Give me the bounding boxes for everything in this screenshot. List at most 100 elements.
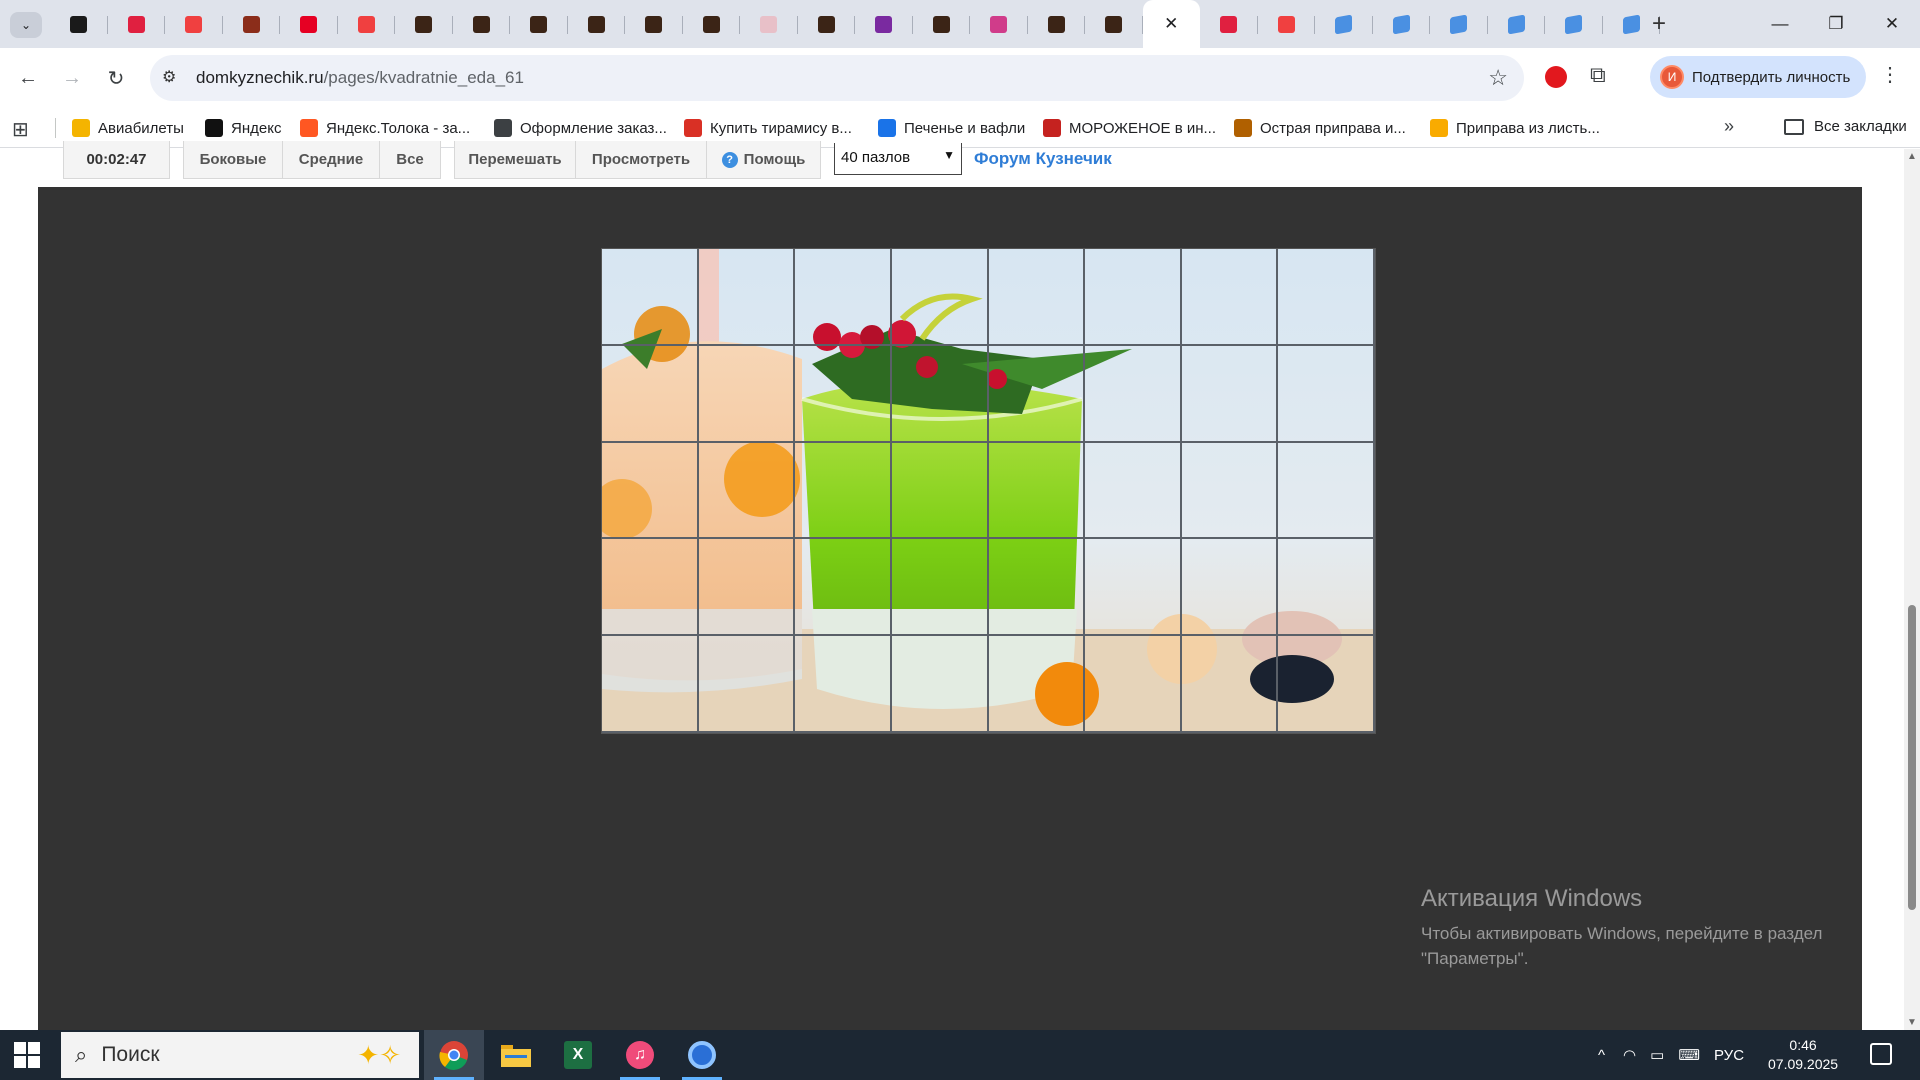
browser-tab[interactable] — [395, 0, 453, 48]
browser-tab[interactable] — [510, 0, 568, 48]
scroll-down-arrow-icon[interactable]: ▼ — [1907, 1017, 1917, 1028]
new-tab-button[interactable]: + — [1652, 10, 1666, 38]
browser-tab[interactable] — [1028, 0, 1086, 48]
browser-tab[interactable] — [165, 0, 223, 48]
puzzle-piece[interactable] — [602, 636, 699, 733]
forward-button[interactable]: → — [56, 62, 88, 94]
preview-button[interactable]: Просмотреть — [575, 141, 707, 179]
browser-tab[interactable]: ✕ — [1142, 0, 1200, 48]
all-button[interactable]: Все — [379, 141, 441, 179]
browser-tab[interactable] — [1085, 0, 1143, 48]
puzzle-piece[interactable] — [698, 345, 796, 443]
shuffle-button[interactable]: Перемешать — [454, 141, 576, 179]
puzzle-piece[interactable] — [795, 636, 892, 733]
forum-link[interactable]: Форум Кузнечик — [974, 149, 1112, 169]
back-button[interactable]: ← — [12, 62, 44, 94]
bookmark-item[interactable]: Оформление заказ... — [494, 118, 667, 138]
network-icon[interactable]: ◠ — [1623, 1046, 1636, 1064]
bookmark-item[interactable]: Яндекс — [205, 118, 281, 138]
browser-tab[interactable] — [280, 0, 338, 48]
puzzle-piece[interactable] — [891, 636, 989, 733]
puzzle-piece[interactable] — [988, 636, 1086, 733]
excel-taskbar-icon[interactable]: X — [548, 1030, 608, 1080]
puzzle-piece[interactable] — [698, 539, 796, 637]
puzzle-piece[interactable] — [602, 539, 699, 637]
profile-button[interactable]: И Подтвердить личность — [1650, 56, 1866, 98]
windows-start-button[interactable] — [14, 1042, 40, 1068]
help-button[interactable]: ? Помощь — [706, 141, 821, 179]
restore-button[interactable]: ❐ — [1808, 0, 1864, 48]
browser-tab[interactable] — [1373, 0, 1431, 48]
puzzle-piece[interactable] — [1278, 345, 1375, 443]
browser-tab[interactable] — [1488, 0, 1546, 48]
browser-tab[interactable] — [970, 0, 1028, 48]
puzzle-piece[interactable] — [891, 539, 989, 637]
browser-tab[interactable] — [625, 0, 683, 48]
adblock-extension-icon[interactable] — [1545, 66, 1567, 88]
puzzle-piece[interactable] — [891, 249, 989, 346]
puzzle-piece[interactable] — [988, 442, 1086, 540]
browser-tab[interactable] — [683, 0, 741, 48]
puzzle-piece[interactable] — [1278, 636, 1375, 733]
all-bookmarks-button[interactable]: Все закладки — [1784, 118, 1907, 135]
chevron-up-icon[interactable]: ^ — [1598, 1047, 1605, 1064]
puzzle-piece[interactable] — [1278, 442, 1375, 540]
bookmark-item[interactable]: Приправа из листь... — [1430, 118, 1600, 138]
bookmark-item[interactable]: Купить тирамису в... — [684, 118, 852, 138]
puzzle-piece[interactable] — [795, 539, 892, 637]
browser-tab[interactable] — [453, 0, 511, 48]
puzzle-piece[interactable] — [988, 345, 1086, 443]
minimize-button[interactable]: — — [1752, 0, 1808, 48]
bookmark-item[interactable]: Печенье и вафли — [878, 118, 1025, 138]
browser-tab[interactable] — [1545, 0, 1603, 48]
close-tab-icon[interactable]: ✕ — [1164, 14, 1178, 34]
puzzle-image[interactable] — [601, 248, 1376, 734]
file-explorer-taskbar-icon[interactable] — [486, 1030, 546, 1080]
puzzle-piece[interactable] — [891, 442, 989, 540]
bookmarks-more-icon[interactable]: » — [1724, 116, 1734, 137]
bookmark-item[interactable]: Авиабилеты — [72, 118, 184, 138]
puzzle-piece[interactable] — [988, 539, 1086, 637]
puzzle-piece[interactable] — [795, 442, 892, 540]
puzzle-piece[interactable] — [795, 249, 892, 346]
taskbar-search[interactable]: ⌕ Поиск ✦✧ — [61, 1032, 419, 1078]
puzzle-piece[interactable] — [1278, 249, 1375, 346]
site-info-icon[interactable]: ⚙ — [162, 67, 176, 87]
puzzle-piece[interactable] — [698, 442, 796, 540]
menu-dots-icon[interactable]: ⋮ — [1880, 62, 1900, 87]
puzzle-piece[interactable] — [1181, 345, 1279, 443]
app-taskbar-icon[interactable] — [672, 1030, 732, 1080]
chrome-taskbar-icon[interactable] — [424, 1030, 484, 1080]
taskbar-clock[interactable]: 0:46 07.09.2025 — [1768, 1036, 1838, 1074]
puzzle-piece[interactable] — [1085, 636, 1182, 733]
scrollbar-thumb[interactable] — [1908, 605, 1916, 910]
puzzle-piece[interactable] — [988, 249, 1086, 346]
browser-tab[interactable] — [50, 0, 108, 48]
battery-icon[interactable]: ▭ — [1650, 1046, 1664, 1064]
apps-grid-icon[interactable]: ⊞ — [12, 117, 29, 142]
browser-tab[interactable] — [338, 0, 396, 48]
bookmark-item[interactable]: Яндекс.Толока - за... — [300, 118, 470, 138]
language-indicator[interactable]: РУС — [1714, 1047, 1744, 1064]
browser-tab[interactable] — [223, 0, 281, 48]
notification-icon[interactable] — [1870, 1043, 1892, 1065]
middles-button[interactable]: Средние — [282, 141, 380, 179]
scroll-up-arrow-icon[interactable]: ▲ — [1907, 151, 1917, 162]
puzzle-piece[interactable] — [1085, 345, 1182, 443]
page-scrollbar[interactable]: ▲ ▼ — [1904, 149, 1920, 1030]
puzzle-piece[interactable] — [1181, 442, 1279, 540]
browser-tab[interactable] — [740, 0, 798, 48]
browser-tab[interactable] — [1315, 0, 1373, 48]
browser-tab[interactable] — [1200, 0, 1258, 48]
puzzle-piece[interactable] — [602, 249, 699, 346]
puzzle-piece[interactable] — [1278, 539, 1375, 637]
puzzle-piece[interactable] — [1085, 539, 1182, 637]
browser-tab[interactable] — [108, 0, 166, 48]
puzzle-piece[interactable] — [1181, 636, 1279, 733]
bookmark-star-icon[interactable]: ☆ — [1488, 65, 1508, 91]
pieces-select[interactable]: 40 пазлов ▼ — [834, 143, 962, 175]
browser-tab[interactable] — [1430, 0, 1488, 48]
browser-tab[interactable] — [855, 0, 913, 48]
url-text[interactable]: domkyznechik.ru/pages/kvadratnie_eda_61 — [196, 68, 524, 88]
extensions-puzzle-icon[interactable]: ⧉ — [1590, 62, 1606, 88]
